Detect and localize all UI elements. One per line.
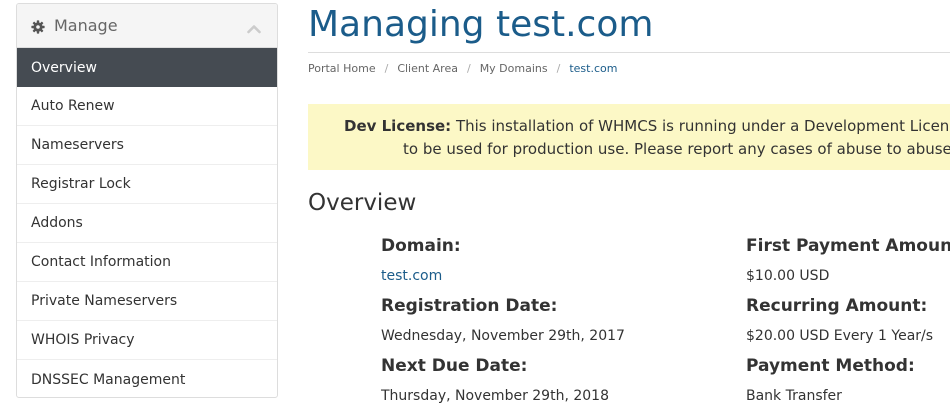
sidebar-header[interactable]: Manage (17, 4, 277, 48)
registration-date-value: Wednesday, November 29th, 2017 (381, 328, 625, 344)
sidebar-item-whois-privacy[interactable]: WHOIS Privacy (17, 321, 277, 360)
section-title-overview: Overview (308, 190, 417, 216)
breadcrumb-client-area[interactable]: Client Area (397, 62, 458, 75)
gear-icon (31, 19, 45, 34)
title-divider (308, 52, 950, 53)
breadcrumb-separator: / (556, 62, 561, 75)
recurring-amount-label: Recurring Amount: (746, 296, 928, 316)
domain-link[interactable]: test.com (381, 268, 442, 284)
sidebar-item-nameservers[interactable]: Nameservers (17, 126, 277, 165)
breadcrumb-current: test.com (569, 62, 618, 75)
sidebar-item-overview[interactable]: Overview (17, 48, 277, 87)
sidebar-title: Manage (54, 16, 118, 35)
sidebar-item-addons[interactable]: Addons (17, 204, 277, 243)
first-payment-label: First Payment Amount: (746, 236, 950, 256)
sidebar-item-registrar-lock[interactable]: Registrar Lock (17, 165, 277, 204)
payment-method-value: Bank Transfer (746, 388, 842, 404)
dev-license-alert: Dev License: This installation of WHMCS … (308, 104, 950, 170)
breadcrumb-separator: / (466, 62, 471, 75)
breadcrumb-separator: / (384, 62, 389, 75)
breadcrumb-my-domains[interactable]: My Domains (480, 62, 548, 75)
alert-text-1: This installation of WHMCS is running un… (451, 117, 950, 135)
sidebar-item-dnssec-management[interactable]: DNSSEC Management (17, 360, 277, 397)
sidebar-panel: Manage Overview Auto Renew Nameservers R… (16, 3, 278, 398)
sidebar-item-contact-information[interactable]: Contact Information (17, 243, 277, 282)
next-due-date-label: Next Due Date: (381, 356, 528, 376)
page-title: Managing test.com (308, 4, 654, 45)
alert-line-1: Dev License: This installation of WHMCS … (344, 117, 950, 135)
registration-date-label: Registration Date: (381, 296, 558, 316)
breadcrumb: Portal Home / Client Area / My Domains / test.… (308, 62, 617, 75)
breadcrumb-portal-home[interactable]: Portal Home (308, 62, 376, 75)
payment-method-label: Payment Method: (746, 356, 915, 376)
sidebar-item-auto-renew[interactable]: Auto Renew (17, 87, 277, 126)
next-due-date-value: Thursday, November 29th, 2018 (381, 388, 609, 404)
alert-strong: Dev License: (344, 117, 452, 135)
sidebar-item-private-nameservers[interactable]: Private Nameservers (17, 282, 277, 321)
first-payment-value: $10.00 USD (746, 268, 830, 284)
chevron-up-icon[interactable] (247, 19, 261, 34)
domain-label: Domain: (381, 236, 461, 256)
recurring-amount-value: $20.00 USD Every 1 Year/s (746, 328, 934, 344)
alert-text-2: to be used for production use. Please re… (403, 140, 950, 158)
